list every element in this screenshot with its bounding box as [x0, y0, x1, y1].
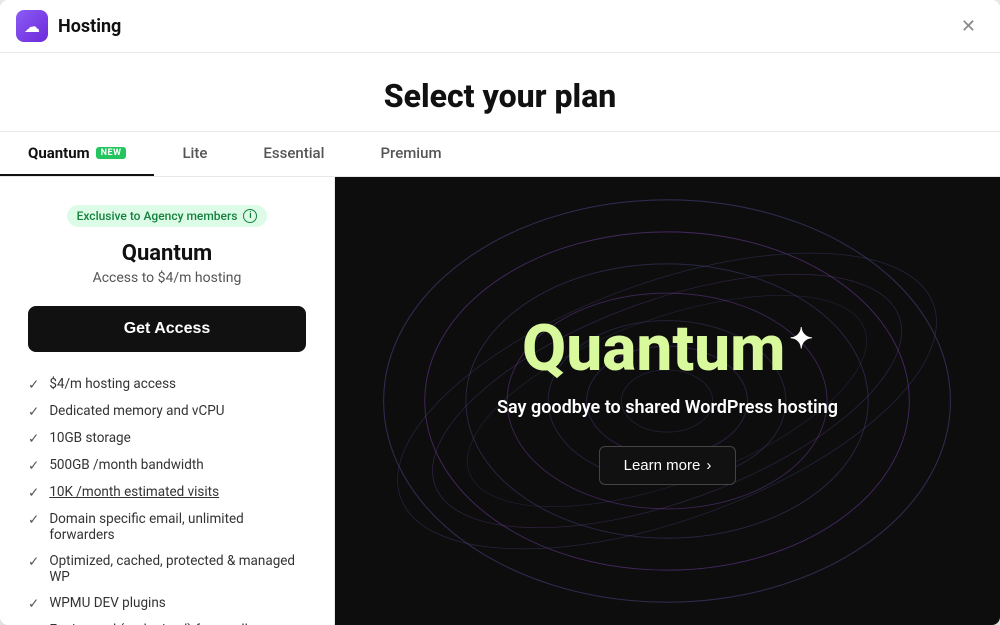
list-item: ✓ 10GB storage [28, 430, 306, 447]
main-window: ☁ Hosting ✕ Select your plan Quantum NEW… [0, 0, 1000, 625]
get-access-button[interactable]: Get Access [28, 306, 306, 352]
list-item: ✓ WPMU DEV plugins [28, 595, 306, 612]
titlebar-left: ☁ Hosting [16, 10, 121, 42]
list-item: ✓ $4/m hosting access [28, 376, 306, 393]
check-icon: ✓ [28, 458, 39, 474]
info-icon: i [243, 209, 257, 223]
right-panel: Quantum ✦ Say goodbye to shared WordPres… [335, 177, 1000, 625]
sparkle-icon: ✦ [789, 325, 812, 353]
hero-content: Quantum ✦ Say goodbye to shared WordPres… [497, 317, 838, 485]
titlebar: ☁ Hosting ✕ [0, 0, 1000, 53]
tab-premium[interactable]: Premium [352, 132, 469, 176]
check-icon: ✓ [28, 485, 39, 501]
page-header: Select your plan [0, 53, 1000, 132]
check-icon: ✓ [28, 512, 39, 528]
close-button[interactable]: ✕ [953, 13, 984, 39]
left-panel: Exclusive to Agency members i Quantum Ac… [0, 177, 335, 625]
app-title: Hosting [58, 16, 121, 37]
tabs-bar: Quantum NEW Lite Essential Premium [0, 132, 1000, 177]
tab-lite[interactable]: Lite [154, 132, 235, 176]
hero-title: Quantum ✦ [497, 317, 838, 381]
new-badge: NEW [96, 147, 127, 159]
exclusive-badge: Exclusive to Agency members i [67, 205, 268, 227]
tab-quantum[interactable]: Quantum NEW [0, 132, 154, 176]
check-icon: ✓ [28, 431, 39, 447]
learn-more-button[interactable]: Learn more › [599, 446, 737, 485]
hero-subtitle: Say goodbye to shared WordPress hosting [497, 397, 838, 418]
check-icon: ✓ [28, 404, 39, 420]
list-item: ✓ Dedicated memory and vCPU [28, 403, 306, 420]
list-item: ✓ Optimized, cached, protected & managed… [28, 553, 306, 585]
features-list: ✓ $4/m hosting access ✓ Dedicated memory… [28, 376, 306, 625]
check-icon: ✓ [28, 554, 39, 570]
page-title: Select your plan [0, 77, 1000, 115]
plan-name: Quantum [28, 241, 306, 266]
check-icon: ✓ [28, 377, 39, 393]
list-item: ✓ 500GB /month bandwidth [28, 457, 306, 474]
estimated-visits-link[interactable]: 10K /month estimated visits [49, 484, 219, 500]
list-item: ✓ 10K /month estimated visits [28, 484, 306, 501]
tab-essential[interactable]: Essential [235, 132, 352, 176]
app-icon: ☁ [16, 10, 48, 42]
content-area: Exclusive to Agency members i Quantum Ac… [0, 177, 1000, 625]
list-item: ✓ Domain specific email, unlimited forwa… [28, 511, 306, 543]
plan-subtitle: Access to $4/m hosting [28, 270, 306, 286]
check-icon: ✓ [28, 596, 39, 612]
